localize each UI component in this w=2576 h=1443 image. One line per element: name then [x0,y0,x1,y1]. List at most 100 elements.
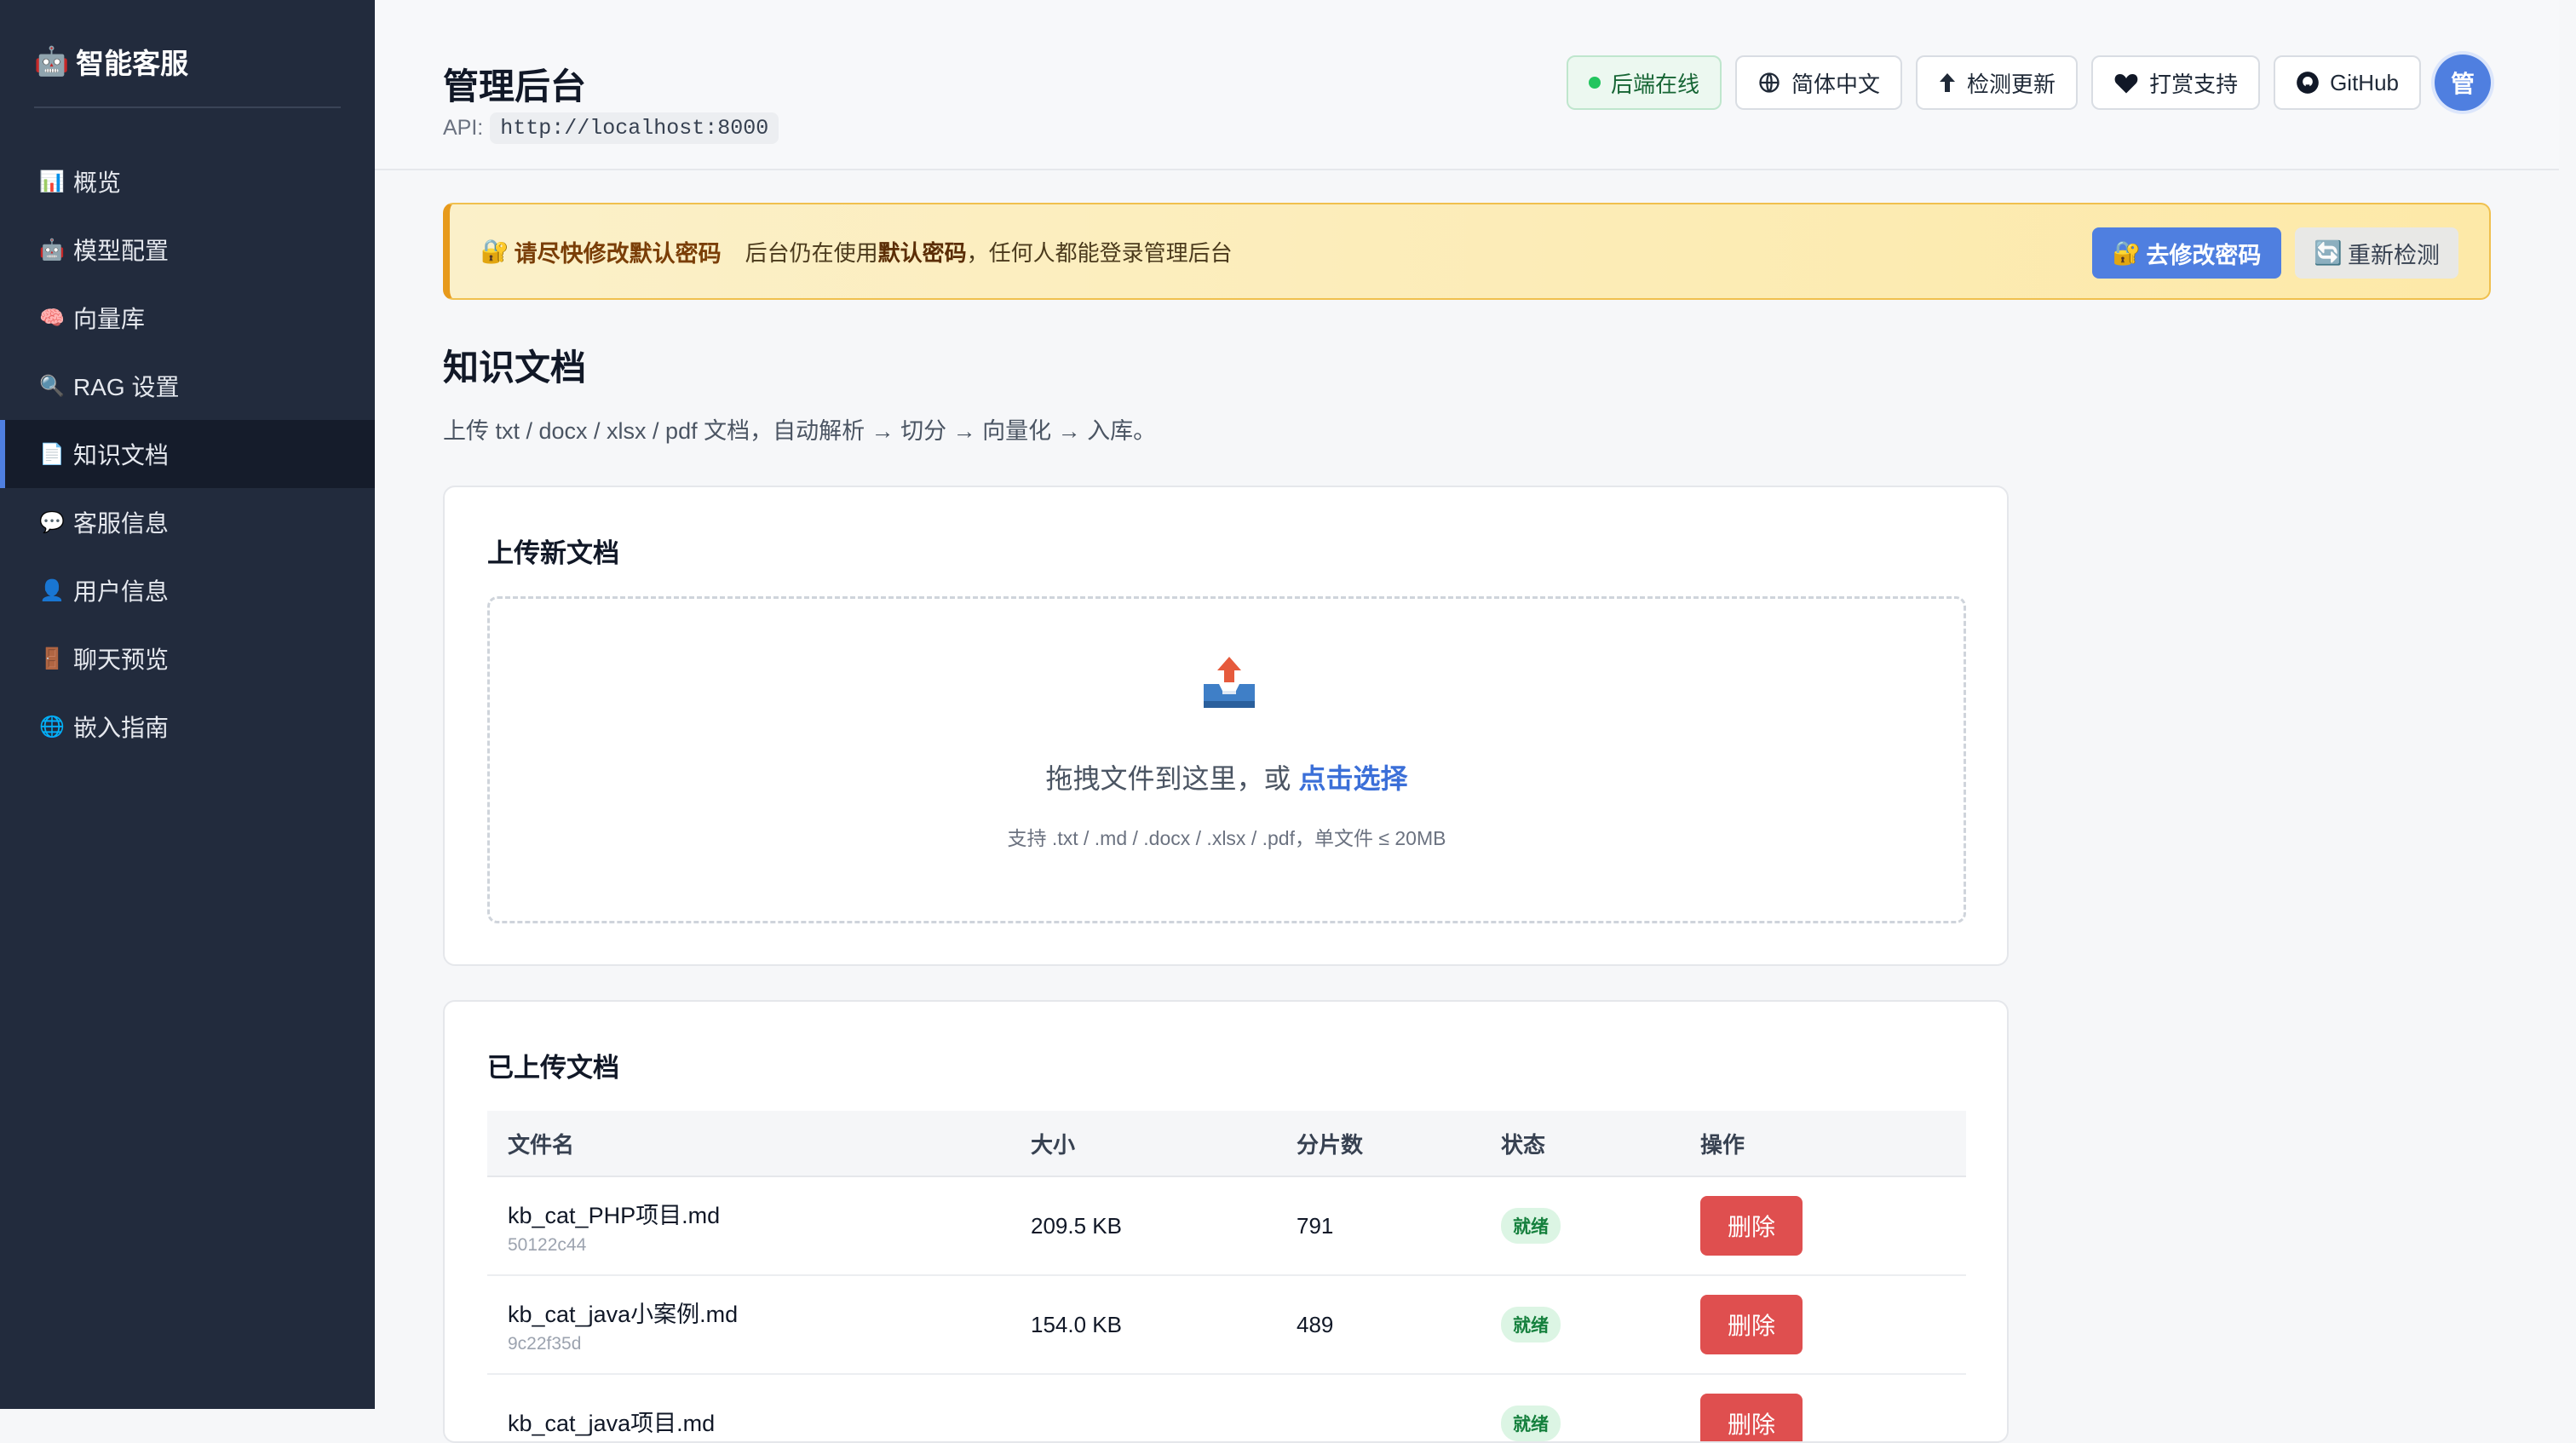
warning-actions: 🔐 去修改密码 🔄 重新检测 [2091,227,2458,279]
sidebar-item-knowledge-docs[interactable]: 📄 知识文档 [0,420,375,488]
door-icon: 🚪 [39,647,65,670]
delete-button[interactable]: 删除 [1700,1295,1803,1354]
speech-bubble-icon: 💬 [39,510,65,534]
recheck-label: 重新检测 [2348,242,2440,268]
warning-text: 后台仍在使用默认密码，任何人都能登录管理后台 [745,236,1233,267]
sidebar-item-user-info[interactable]: 👤 用户信息 [0,556,375,624]
upload-card: 上传新文档 拖拽文件到这里，或 点击选择 支持 .txt / .md / .do… [443,486,2009,966]
brand-title: 智能客服 [76,48,189,79]
backend-status-badge: 后端在线 [1567,55,1722,110]
status-cell: 就绪 [1501,1307,1700,1342]
sidebar-item-model-config[interactable]: 🤖 模型配置 [0,216,375,284]
status-dot-icon [1589,77,1601,89]
sidebar-item-embed-guide[interactable]: 🌐 嵌入指南 [0,693,375,761]
table-row: kb_cat_java小案例.md 9c22f35d 154.0 KB 489 … [487,1276,1966,1375]
page-header-title: 管理后台 [443,66,587,106]
file-id: 9c22f35d [508,1333,582,1354]
github-icon [2297,72,2319,94]
donate-label: 打赏支持 [2149,71,2239,97]
sidebar: 🤖 智能客服 📊 概览 🤖 模型配置 🧠 向量库 🔍 RAG 设置 📄 知识文档… [0,0,375,1409]
sidebar-item-label: RAG 设置 [73,374,180,400]
change-password-button[interactable]: 🔐 去修改密码 [2091,227,2282,279]
default-password-warning: 🔐 请尽快修改默认密码 后台仍在使用默认密码，任何人都能登录管理后台 🔐 去修改… [443,203,2491,300]
documents-card: 已上传文档 文件名 大小 分片数 状态 操作 kb_cat_PHP项目.md 5… [443,1000,2009,1443]
github-button[interactable]: GitHub [2274,55,2421,110]
recheck-button[interactable]: 🔄 重新检测 [2295,227,2458,279]
column-header-filename: 文件名 [508,1131,575,1158]
api-label: API: [443,116,484,140]
drop-instructions: 拖拽文件到这里，或 点击选择 [490,757,1964,796]
file-dropzone[interactable]: 拖拽文件到这里，或 点击选择 支持 .txt / .md / .docx / .… [487,596,1966,923]
file-name: kb_cat_java项目.md [508,1410,716,1436]
sidebar-item-label: 知识文档 [73,442,170,469]
language-button[interactable]: 简体中文 [1735,55,1903,110]
sidebar-divider [34,106,341,108]
warning-title: 🔐 请尽快修改默认密码 [480,235,722,268]
status-cell: 就绪 [1501,1208,1700,1244]
page-description: 上传 txt / docx / xlsx / pdf 文档，自动解析 → 切分 … [443,418,1157,444]
sidebar-item-rag-settings[interactable]: 🔍 RAG 设置 [0,352,375,420]
page-title: 知识文档 [443,348,587,388]
change-password-label: 去修改密码 [2146,242,2262,268]
warning-text-bold: 默认密码 [877,239,967,266]
api-url: http://localhost:8000 [490,112,779,144]
sidebar-item-label: 嵌入指南 [73,715,170,741]
sidebar-item-label: 客服信息 [73,510,170,537]
file-name: kb_cat_PHP项目.md [508,1202,721,1228]
actions-cell: 删除 [1700,1196,1956,1256]
sidebar-item-vector-store[interactable]: 🧠 向量库 [0,284,375,352]
sidebar-item-service-info[interactable]: 💬 客服信息 [0,488,375,556]
document-icon: 📄 [39,442,65,466]
robot-icon: 🤖 [34,44,70,77]
sidebar-item-label: 向量库 [73,306,146,332]
file-size: 154.0 KB [1031,1311,1122,1337]
warning-title-text: 请尽快修改默认密码 [514,240,722,267]
language-label: 简体中文 [1791,71,1881,97]
donate-button[interactable]: 打赏支持 [2091,55,2261,110]
documents-card-title: 已上传文档 [487,1053,619,1083]
sidebar-item-chat-preview[interactable]: 🚪 聊天预览 [0,624,375,693]
avatar[interactable]: 管 [2435,55,2491,111]
sidebar-item-label: 聊天预览 [73,647,170,673]
sidebar-item-label: 模型配置 [73,238,170,264]
arrow-up-icon [1940,73,1956,92]
key-lock-icon: 🔐 [2112,240,2142,266]
heart-hands-icon [2114,74,2138,94]
column-header-status: 状态 [1501,1131,1546,1158]
sidebar-item-label: 概览 [73,170,122,196]
table-header: 文件名 大小 分片数 状态 操作 [487,1111,1966,1177]
file-cell: kb_cat_java项目.md [487,1405,1031,1442]
column-header-size: 大小 [1031,1131,1076,1158]
status-badge: 就绪 [1501,1406,1561,1441]
actions-cell: 删除 [1700,1295,1956,1354]
status-cell: 就绪 [1501,1406,1700,1441]
check-update-button[interactable]: 检测更新 [1916,55,2079,110]
file-size: 209.5 KB [1031,1212,1122,1239]
actions-cell: 删除 [1700,1394,1956,1441]
delete-button[interactable]: 删除 [1700,1196,1803,1256]
column-header-actions: 操作 [1700,1131,1745,1158]
sidebar-nav: 📊 概览 🤖 模型配置 🧠 向量库 🔍 RAG 设置 📄 知识文档 💬 客服信息… [0,147,375,761]
backend-status-text: 后端在线 [1611,71,1700,97]
magnifier-icon: 🔍 [39,374,65,398]
table-row: kb_cat_PHP项目.md 50122c44 209.5 KB 791 就绪… [487,1177,1966,1276]
globe-icon [1759,72,1780,93]
documents-table: 文件名 大小 分片数 状态 操作 kb_cat_PHP项目.md 50122c4… [487,1111,1966,1442]
globe-icon: 🌐 [39,715,65,739]
brain-icon: 🧠 [39,306,65,330]
delete-button[interactable]: 删除 [1700,1394,1803,1441]
status-badge: 就绪 [1501,1307,1561,1342]
upload-card-title: 上传新文档 [487,538,619,568]
choose-file-link[interactable]: 点击选择 [1298,763,1407,794]
warning-text-suffix: ，任何人都能登录管理后台 [966,239,1233,266]
file-cell: kb_cat_PHP项目.md 50122c44 [487,1197,1031,1256]
inbox-upload-icon [1204,657,1255,708]
brand[interactable]: 🤖 智能客服 [34,41,188,82]
chunk-count: 489 [1297,1311,1334,1337]
chunk-count: 791 [1297,1212,1334,1239]
user-icon: 👤 [39,578,65,602]
main-content: 管理后台 API: http://localhost:8000 后端在线 简体中… [375,0,2576,1443]
sidebar-item-overview[interactable]: 📊 概览 [0,147,375,216]
table-row: kb_cat_java项目.md 就绪 删除 [487,1375,1966,1442]
file-name: kb_cat_java小案例.md [508,1301,739,1327]
